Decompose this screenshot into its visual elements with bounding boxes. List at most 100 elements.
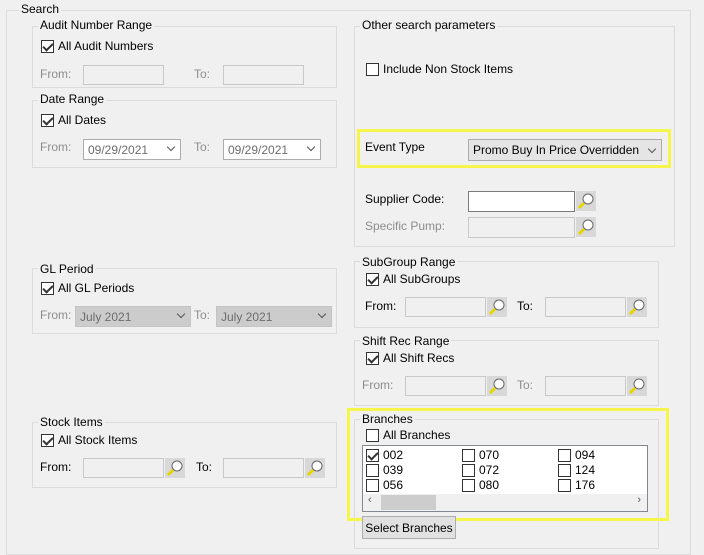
chevron-down-icon: [306, 142, 316, 152]
supplier-code-input[interactable]: [468, 191, 575, 212]
checkbox-icon: [558, 448, 571, 462]
branch-code: 072: [479, 463, 500, 477]
specific-pump-input[interactable]: [468, 217, 575, 238]
subgroup-to-label: To:: [517, 299, 534, 313]
pump-lookup-button[interactable]: [576, 217, 596, 237]
supplier-code-label: Supplier Code:: [365, 192, 445, 206]
checkbox-icon: [41, 113, 54, 127]
audit-to-input[interactable]: [223, 65, 304, 85]
search-title: Search: [19, 2, 62, 16]
audit-from-input[interactable]: [83, 65, 164, 85]
shift-from-input[interactable]: [405, 376, 486, 396]
subgroup-from-label: From:: [365, 299, 397, 313]
checkbox-label: All Stock Items: [58, 433, 138, 447]
gl-from-label: From:: [40, 308, 72, 322]
checkbox-label: All Shift Recs: [383, 351, 455, 365]
checkbox-icon: [366, 62, 379, 76]
all-subgroups-checkbox[interactable]: All SubGroups: [366, 272, 460, 286]
branch-code: 176: [575, 478, 596, 492]
branch-checkbox-094[interactable]: 094: [558, 448, 595, 462]
stock-to-input[interactable]: [223, 458, 304, 478]
checkbox-icon: [462, 463, 475, 477]
branch-checkbox-056[interactable]: 056: [366, 478, 403, 492]
checkbox-label: All Branches: [383, 428, 451, 442]
subgroup-from-lookup-button[interactable]: [487, 297, 507, 317]
shift-from-label: From:: [362, 378, 394, 392]
date-from-picker[interactable]: 09/29/2021: [83, 139, 181, 160]
stock-from-label: From:: [40, 460, 72, 474]
select-branches-button[interactable]: Select Branches: [362, 516, 456, 539]
scroll-right-icon[interactable]: ›: [637, 494, 641, 506]
checkbox-icon: [366, 351, 379, 365]
stock-from-input[interactable]: [83, 458, 164, 478]
magnifier-icon: [577, 193, 594, 210]
checkbox-icon: [558, 463, 571, 477]
checkbox-icon: [462, 448, 475, 462]
subgroup-from-input[interactable]: [405, 297, 486, 317]
branch-code: 124: [575, 463, 596, 477]
gl-to-value: July 2021: [221, 309, 273, 324]
all-audit-numbers-checkbox[interactable]: All Audit Numbers: [41, 39, 153, 53]
scrollbar-thumb[interactable]: [381, 495, 436, 510]
gl-to-label: To:: [194, 308, 211, 322]
shift-from-lookup-button[interactable]: [487, 376, 507, 396]
checkbox-label: All SubGroups: [383, 272, 461, 286]
gl-to-select[interactable]: July 2021: [216, 306, 332, 327]
chevron-down-icon: [176, 309, 186, 319]
supplier-lookup-button[interactable]: [576, 191, 596, 211]
checkbox-icon: [462, 478, 475, 492]
stock-title: Stock Items: [38, 415, 105, 429]
branch-checkbox-072[interactable]: 072: [462, 463, 499, 477]
date-title: Date Range: [38, 92, 107, 106]
event-type-select[interactable]: Promo Buy In Price Overridden: [468, 139, 662, 161]
stock-to-label: To:: [196, 460, 213, 474]
checkbox-label: All Dates: [58, 113, 107, 127]
all-gl-periods-checkbox[interactable]: All GL Periods: [41, 281, 134, 295]
event-type-value: Promo Buy In Price Overridden: [473, 143, 640, 157]
event-type-label: Event Type: [365, 140, 425, 154]
gl-from-select[interactable]: July 2021: [75, 306, 191, 327]
other-title: Other search parameters: [360, 18, 498, 32]
checkbox-icon: [366, 272, 379, 286]
gl-from-value: July 2021: [80, 309, 132, 324]
all-branches-checkbox[interactable]: All Branches: [366, 428, 450, 442]
magnifier-icon: [306, 460, 323, 477]
branches-list: 002 070 094 039 072 124 056 080 176 ‹ ›: [362, 445, 648, 512]
branch-checkbox-070[interactable]: 070: [462, 448, 499, 462]
branch-checkbox-124[interactable]: 124: [558, 463, 595, 477]
magnifier-icon: [166, 460, 183, 477]
branch-checkbox-080[interactable]: 080: [462, 478, 499, 492]
all-shift-recs-checkbox[interactable]: All Shift Recs: [366, 351, 454, 365]
shift-to-lookup-button[interactable]: [627, 376, 647, 396]
checkbox-label: Include Non Stock Items: [383, 62, 514, 76]
all-dates-checkbox[interactable]: All Dates: [41, 113, 106, 127]
audit-to-label: To:: [194, 67, 211, 81]
subgroup-to-lookup-button[interactable]: [627, 297, 647, 317]
date-from-label: From:: [40, 140, 72, 154]
branch-code: 070: [479, 448, 500, 462]
branch-checkbox-002[interactable]: 002: [366, 448, 403, 462]
branch-checkbox-039[interactable]: 039: [366, 463, 403, 477]
checkbox-icon: [558, 478, 571, 492]
all-stock-items-checkbox[interactable]: All Stock Items: [41, 433, 137, 447]
subgroup-to-input[interactable]: [545, 297, 626, 317]
stock-to-lookup-button[interactable]: [305, 458, 325, 478]
chevron-down-icon: [647, 144, 657, 154]
stock-from-lookup-button[interactable]: [165, 458, 185, 478]
shift-to-input[interactable]: [545, 376, 626, 396]
magnifier-icon: [628, 299, 645, 316]
magnifier-icon: [577, 219, 594, 236]
scroll-left-icon[interactable]: ‹: [368, 494, 372, 506]
magnifier-icon: [628, 378, 645, 395]
checkbox-icon: [41, 281, 54, 295]
chevron-down-icon: [317, 309, 327, 319]
shift-to-label: To:: [517, 378, 534, 392]
branches-title: Branches: [360, 412, 415, 426]
include-non-stock-checkbox[interactable]: Include Non Stock Items: [366, 62, 513, 76]
date-to-picker[interactable]: 09/29/2021: [223, 139, 321, 160]
horizontal-scrollbar[interactable]: ‹ ›: [363, 494, 647, 511]
branch-code: 080: [479, 478, 500, 492]
branch-checkbox-176[interactable]: 176: [558, 478, 595, 492]
shift-title: Shift Rec Range: [360, 334, 452, 348]
specific-pump-label: Specific Pump:: [365, 219, 446, 233]
